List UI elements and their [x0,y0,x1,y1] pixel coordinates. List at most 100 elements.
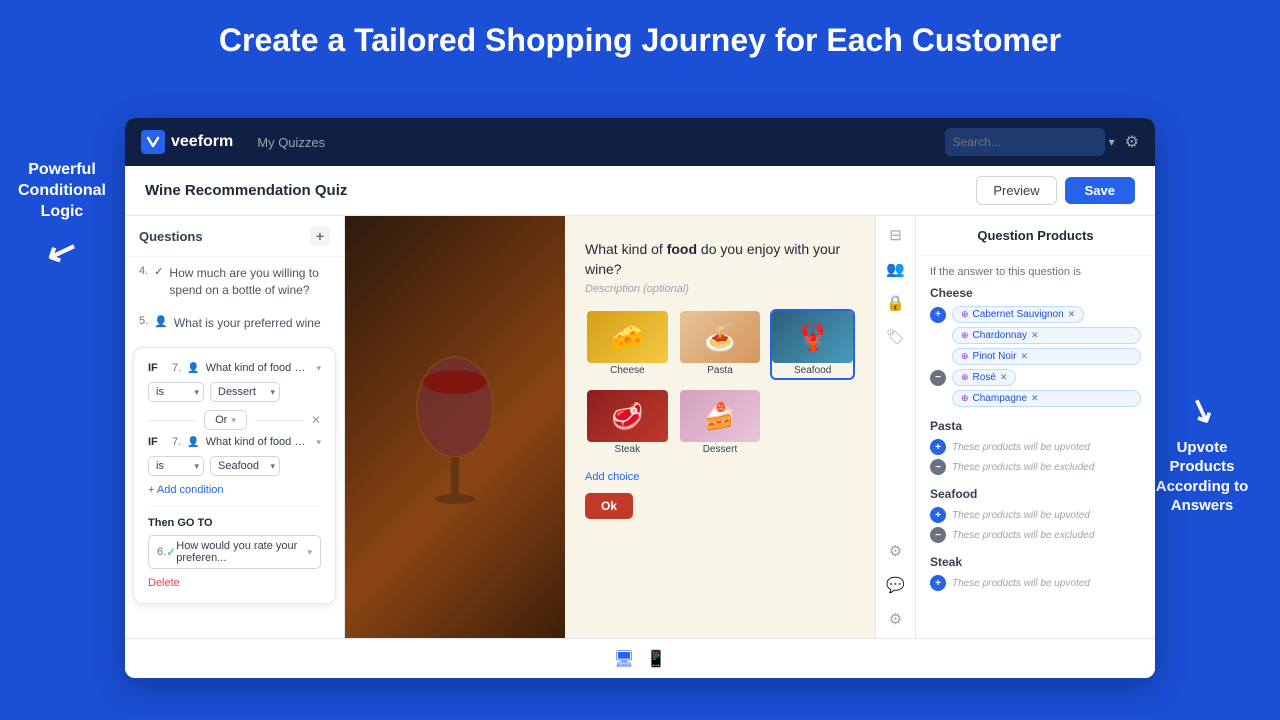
food-thumb-pasta: 🍝 [680,311,761,363]
add-choice-button[interactable]: Add choice [585,471,855,483]
or-chevron-icon: ▾ [231,415,236,426]
food-label-pasta: Pasta [680,363,761,378]
users-icon[interactable]: 👥 [886,260,905,278]
main-content: Questions + 4. ✓ How much are you willin… [125,216,1155,638]
tag-icon[interactable]: 🏷 [886,328,905,346]
add-question-button[interactable]: + [310,226,330,246]
food-item-steak[interactable]: 🥩 Steak [585,388,670,459]
quiz-description: Description (optional) [585,283,855,295]
logic-value-2-select[interactable]: Seafood Cheese Pasta Dessert Steak [210,456,280,476]
preview-button[interactable]: Preview [976,176,1056,205]
gear-icon[interactable]: ⚙ [889,610,902,628]
or-line-left [148,420,196,421]
food-item-pasta[interactable]: 🍝 Pasta [678,309,763,380]
pasta-downvote-placeholder: These products will be excluded [952,462,1094,473]
goto-num: 6. [157,546,166,558]
food-thumb-dessert: 🍰 [680,390,761,442]
remove-chardonnay-button[interactable]: ✕ [1031,330,1039,341]
quiz-preview: What kind of food do you enjoy with your… [345,216,915,638]
answer-section-cheese: Cheese + ⊕ Cabernet Sauvignon ✕ [930,286,1141,407]
upvote-button-pasta[interactable]: + [930,439,946,455]
downvote-button-rose[interactable]: − [930,370,946,386]
logic-operator-2-dropdown[interactable]: is is not [148,456,204,476]
search-chevron-icon: ▾ [1109,135,1115,149]
save-button[interactable]: Save [1065,177,1135,204]
logic-q2-chevron-icon: ▾ [316,437,321,448]
logic-value-2-dropdown[interactable]: Seafood Cheese Pasta Dessert Steak [210,456,280,476]
upvote-button-cabernet[interactable]: + [930,307,946,323]
delete-button[interactable]: Delete [148,577,321,589]
page-heading: Create a Tailored Shopping Journey for E… [0,0,1280,77]
goto-select[interactable]: 6. ✓ How would you rate your preferen...… [148,535,321,569]
product-tag-rose: ⊕ Rosé ✕ [952,369,1016,386]
remove-cabernet-button[interactable]: ✕ [1068,309,1076,320]
logic-q2-text: What kind of food do you en... [206,436,311,448]
nav-my-quizzes[interactable]: My Quizzes [257,135,325,150]
product-tag-chardonnay: ⊕ Chardonnay ✕ [952,327,1141,344]
quiz-title: Wine Recommendation Quiz [145,182,976,199]
questions-header: Questions + [125,216,344,257]
food-item-dessert[interactable]: 🍰 Dessert [678,388,763,459]
product-name-champagne: Champagne [973,393,1027,404]
settings-icon[interactable]: ⚙ [889,542,902,560]
goto-text: How would you rate your preferen... [176,540,307,564]
question-item-5[interactable]: 5. 👤 What is your preferred wine [125,307,344,340]
logic-operator-1-select[interactable]: is is not [148,382,204,402]
logic-q2-num: 7. [172,436,181,448]
product-row-champagne: ⊕ Champagne ✕ [930,390,1141,407]
if-label: IF [148,362,166,374]
logic-value-1-select[interactable]: Dessert Cheese Pasta Seafood Steak [210,382,280,402]
brand-logo[interactable]: veeform [141,130,233,154]
right-annotation: ↙ Upvote Products According to Answers [1142,390,1262,516]
food-item-cheese[interactable]: 🧀 Cheese [585,309,670,380]
downvote-button-seafood[interactable]: − [930,527,946,543]
sliders-icon[interactable]: ⊟ [889,226,902,244]
wine-image-inner [345,216,565,638]
left-annotation: Powerful Conditional Logic ↙ [18,160,106,275]
question-text-4: How much are you willing to spend on a b… [169,265,330,299]
navbar-search-input[interactable] [945,128,1105,156]
logic-condition-1-row: IF 7. 👤 What kind of food do you en... ▾ [148,362,321,374]
downvote-row-pasta: − These products will be excluded [930,459,1141,475]
question-item-4[interactable]: 4. ✓ How much are you willing to spend o… [125,257,344,307]
gear-icon[interactable]: ⚙ [1125,132,1139,152]
logic-condition-2-value-row: is is not Seafood Cheese Pasta Dessert S… [148,456,321,476]
add-condition-button[interactable]: + Add condition [148,484,321,496]
logic-operator-2-select[interactable]: is is not [148,456,204,476]
products-panel: Question Products If the answer to this … [915,216,1155,638]
upvote-button-steak[interactable]: + [930,575,946,591]
arrow-icon: ↙ [13,215,112,289]
lock-icon[interactable]: 🔒 [886,294,905,312]
questions-panel: Questions + 4. ✓ How much are you willin… [125,216,345,638]
food-item-seafood[interactable]: 🦞 Seafood [770,309,855,380]
logic-card: IF 7. 👤 What kind of food do you en... ▾… [133,347,336,604]
food-thumb-cheese: 🧀 [587,311,668,363]
question-num-5: 5. [139,315,148,327]
if-label-2: IF [148,436,166,448]
remove-pinotnoir-button[interactable]: ✕ [1020,351,1028,362]
food-label-seafood: Seafood [772,363,853,378]
remove-champagne-button[interactable]: ✕ [1031,393,1039,404]
downvote-row-rose: − ⊕ Rosé ✕ [930,369,1141,386]
or-close-button[interactable]: ✕ [311,413,321,427]
upvote-button-seafood[interactable]: + [930,507,946,523]
logic-condition-1-value-row: is is not Dessert Cheese Pasta Seafood S… [148,382,321,402]
desktop-icon[interactable]: 🖥 [614,649,634,669]
or-divider: Or ▾ ✕ [148,410,321,430]
mobile-icon[interactable]: 📱 [646,649,666,669]
logic-operator-1-dropdown[interactable]: is is not [148,382,204,402]
product-icon-5: ⊕ [961,393,969,404]
ok-button[interactable]: Ok [585,493,633,519]
or-button[interactable]: Or ▾ [204,410,247,430]
chat-icon[interactable]: 💬 [886,576,905,594]
remove-rose-button[interactable]: ✕ [1000,372,1008,383]
logic-value-1-dropdown[interactable]: Dessert Cheese Pasta Seafood Steak [210,382,280,402]
product-icon: ⊕ [961,309,969,320]
answer-title-steak: Steak [930,555,1141,569]
bottom-bar: 🖥 📱 [125,638,1155,678]
downvote-button-pasta[interactable]: − [930,459,946,475]
logic-q2-icon: 👤 [187,437,199,448]
logic-q1-text: What kind of food do you en... [206,362,311,374]
sub-header: Wine Recommendation Quiz Preview Save [125,166,1155,216]
food-label-cheese: Cheese [587,363,668,378]
